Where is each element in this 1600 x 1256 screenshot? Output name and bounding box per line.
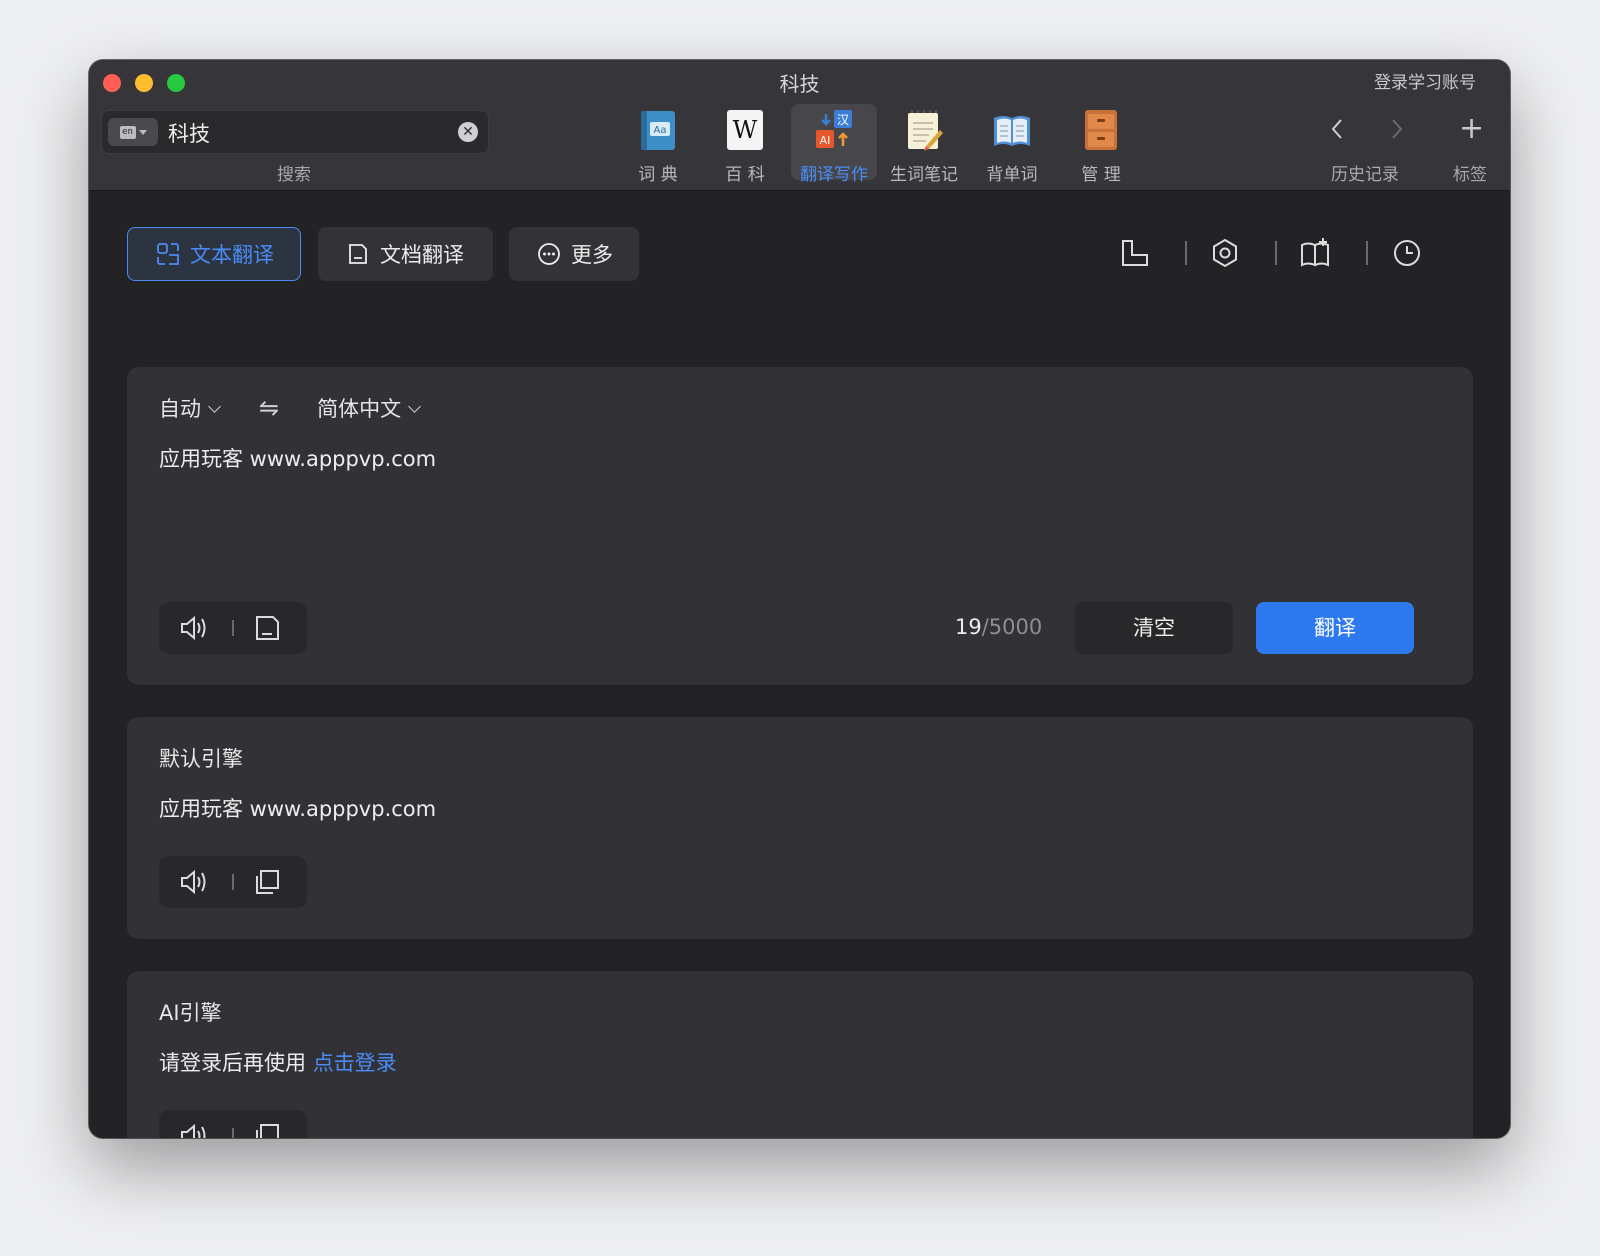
more-icon: [538, 243, 560, 265]
svg-text:汉: 汉: [837, 113, 849, 127]
layout-icon[interactable]: [1118, 237, 1150, 269]
text-translate-icon: [157, 243, 179, 265]
character-count: 19: [955, 615, 982, 639]
default-engine-panel: 默认引擎 应用玩客 www.apppvp.com: [127, 717, 1473, 939]
result-actions: [159, 856, 307, 908]
toolbar-memorize-words[interactable]: 背单词: [969, 104, 1055, 185]
translate-button[interactable]: 翻译: [1256, 602, 1414, 654]
result-actions: [159, 1110, 307, 1138]
source-text-input[interactable]: 应用玩客 www.apppvp.com: [159, 443, 436, 473]
svg-text:AI: AI: [820, 134, 831, 147]
target-language-label: 简体中文: [317, 397, 402, 421]
chevron-down-icon: [408, 400, 421, 413]
language-selector[interactable]: en: [108, 118, 158, 146]
back-arrow-icon[interactable]: [1329, 116, 1345, 147]
translation-result: 应用玩客 www.apppvp.com: [159, 797, 437, 821]
toolbar-vocab-notes[interactable]: 生词笔记: [881, 104, 967, 185]
translate-write-icon: 汉 AI: [816, 110, 852, 148]
toolbar-divider: [1366, 241, 1368, 265]
manage-icon: [1085, 110, 1117, 150]
history-label: 历史记录: [1331, 165, 1399, 185]
toolbar-dictionary[interactable]: Aa 词 典: [615, 104, 701, 185]
clear-search-button[interactable]: ✕: [458, 122, 478, 142]
input-panel: 自动 ⇋ 简体中文 应用玩客 www.apppvp.com 19/5000 清空…: [127, 367, 1473, 685]
app-window: 科技 登录学习账号 en 科技 ✕ 搜索 Aa 词 典 W 百 科 汉 AI 翻…: [89, 60, 1510, 1138]
character-counter: 19/5000: [955, 615, 1042, 639]
divider: [232, 874, 234, 890]
search-box[interactable]: en 科技 ✕: [101, 110, 489, 154]
login-required-text: 请登录后再使用: [159, 1051, 306, 1075]
toolbar-label: 百 科: [725, 165, 765, 185]
toolbar-label: 背单词: [986, 165, 1038, 185]
document-translate-icon: [349, 244, 367, 264]
settings-icon[interactable]: [1209, 237, 1241, 269]
tab-label: 更多: [571, 243, 613, 267]
source-language-select[interactable]: 自动: [159, 393, 221, 423]
title-bar: 科技 登录学习账号 en 科技 ✕ 搜索 Aa 词 典 W 百 科 汉 AI 翻…: [89, 60, 1510, 191]
speaker-icon[interactable]: [179, 1122, 209, 1138]
history-icon[interactable]: [1391, 237, 1423, 269]
caret-down-icon: [138, 129, 147, 135]
login-account-link[interactable]: 登录学习账号: [1374, 68, 1476, 93]
search-label: 搜索: [277, 165, 311, 185]
toolbar-encyclopedia[interactable]: W 百 科: [702, 104, 788, 185]
memorize-words-icon: [994, 116, 1030, 146]
divider: [232, 620, 234, 636]
svg-text:W: W: [733, 116, 758, 144]
forward-arrow-icon[interactable]: [1389, 116, 1405, 147]
toolbar-translate-write[interactable]: 汉 AI 翻译写作: [791, 104, 877, 185]
wordbook-icon[interactable]: [1299, 237, 1331, 269]
window-title: 科技: [779, 72, 820, 96]
chevron-down-icon: [208, 400, 221, 413]
engine-title: AI引擎: [159, 1001, 222, 1025]
toolbar-label: 词 典: [638, 165, 678, 185]
tab-label: 文档翻译: [380, 243, 464, 267]
vocab-notes-icon: [908, 110, 943, 151]
speaker-icon[interactable]: [179, 868, 209, 896]
copy-icon[interactable]: [253, 868, 281, 896]
toolbar-divider: [1275, 241, 1277, 265]
toolbar-manage[interactable]: 管 理: [1058, 104, 1144, 185]
input-actions: [159, 602, 307, 654]
speaker-icon[interactable]: [179, 614, 209, 642]
new-tab-button[interactable]: +: [1459, 114, 1484, 144]
dictionary-icon: Aa: [641, 111, 675, 150]
tabs-label: 标签: [1453, 165, 1487, 185]
swap-languages-icon[interactable]: ⇋: [259, 394, 279, 422]
toolbar-label: 生词笔记: [890, 165, 958, 185]
language-code-icon: en: [119, 125, 136, 139]
language-row: 自动 ⇋ 简体中文: [159, 393, 421, 423]
search-input[interactable]: 科技: [168, 118, 210, 148]
clear-button[interactable]: 清空: [1075, 602, 1233, 654]
ai-login-prompt: 请登录后再使用 点击登录: [159, 1047, 397, 1077]
source-language-label: 自动: [159, 397, 201, 421]
tab-more[interactable]: 更多: [509, 227, 639, 281]
copy-icon[interactable]: [253, 1122, 281, 1138]
toolbar-label: 管 理: [1081, 165, 1121, 185]
svg-text:Aa: Aa: [654, 125, 667, 136]
toolbar-divider: [1185, 241, 1187, 265]
wikipedia-icon: W: [727, 110, 763, 150]
save-icon[interactable]: [253, 614, 281, 642]
target-language-select[interactable]: 简体中文: [317, 393, 421, 423]
character-max: /5000: [981, 615, 1043, 639]
divider: [232, 1128, 234, 1138]
tab-document-translate[interactable]: 文档翻译: [318, 227, 493, 281]
ai-engine-panel: AI引擎 请登录后再使用 点击登录: [127, 971, 1473, 1138]
tab-label: 文本翻译: [190, 243, 274, 267]
engine-title: 默认引擎: [159, 747, 243, 771]
main-content: 文本翻译 文档翻译 更多 自动 ⇋ 简体中文 应用玩客 www.apppvp.c…: [89, 191, 1510, 1138]
tab-text-translate[interactable]: 文本翻译: [127, 227, 301, 281]
click-login-link[interactable]: 点击登录: [313, 1051, 397, 1075]
toolbar-label: 翻译写作: [800, 165, 868, 185]
